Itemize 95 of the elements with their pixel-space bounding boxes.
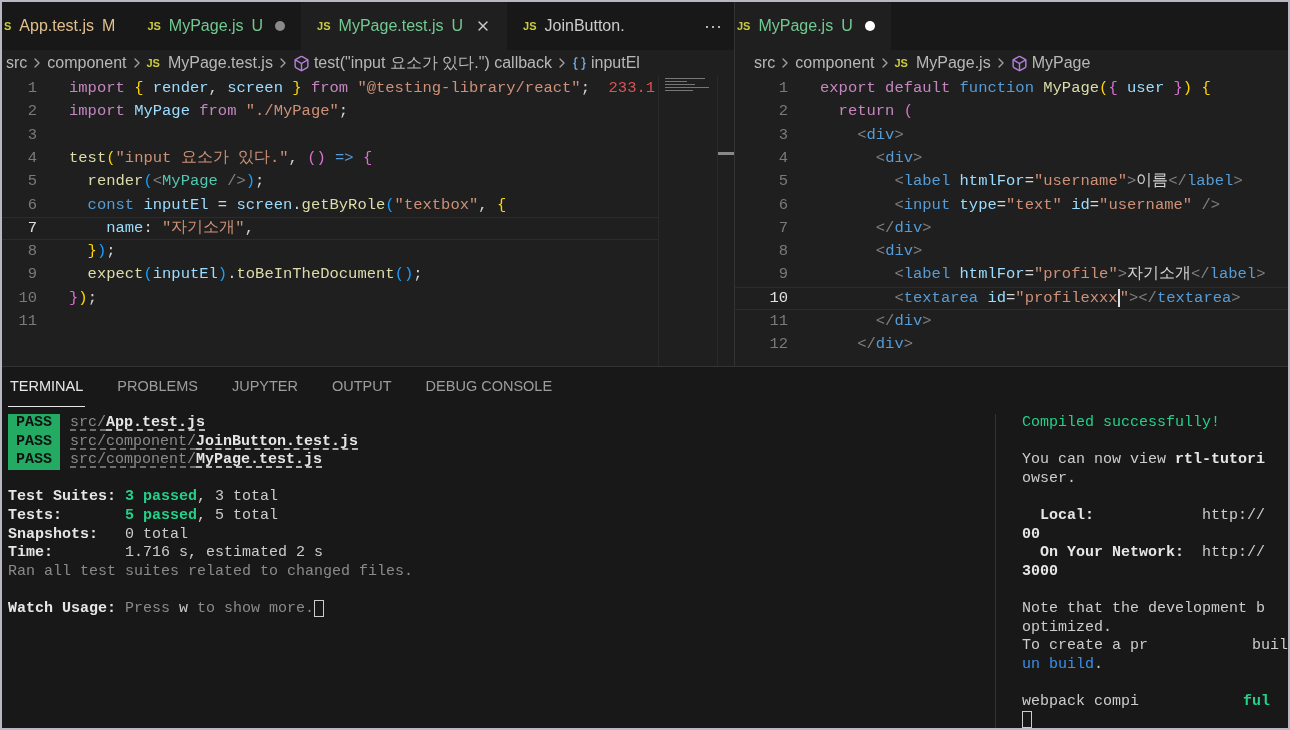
terminal-text: Tests: 5 passed, 5 total xyxy=(8,506,279,526)
breadcrumb-item[interactable]: component xyxy=(795,51,875,75)
code-line: return ( xyxy=(837,101,914,123)
breadcrumb-item[interactable]: src xyxy=(6,51,28,75)
code-line: <textarea id="profilexxx"></textarea> xyxy=(893,287,1241,309)
variable-icon xyxy=(572,55,587,71)
terminal-text: un build. xyxy=(1021,654,1103,675)
js-file-icon: JS xyxy=(523,17,537,35)
terminal-text: Compiled successfully! xyxy=(1021,413,1220,434)
breadcrumb-item[interactable]: src xyxy=(754,51,776,75)
code-line: <input type="text" id="username" /> xyxy=(893,194,1221,216)
code-line: name: "자기소개", xyxy=(105,217,254,239)
line-number: 10 xyxy=(17,287,38,309)
line-number: 6 xyxy=(777,194,789,216)
breadcrumb-item[interactable]: inputEl xyxy=(591,51,640,75)
line-number: 12 xyxy=(768,334,789,356)
code-line: <div> xyxy=(874,147,923,169)
terminal-text: 3000 xyxy=(1021,561,1058,582)
code-line: import MyPage from "./MyPage"; xyxy=(69,101,349,123)
terminal-text: On Your Network: http:// xyxy=(1038,543,1265,564)
js-file-icon: S xyxy=(4,17,12,35)
js-file-icon: JS xyxy=(147,17,161,35)
breadcrumb-item[interactable]: MyPage xyxy=(1031,51,1091,75)
terminal-text: Time: 1.716 s, estimated 2 s xyxy=(8,543,324,564)
breadcrumb-item[interactable]: MyPage.test.js xyxy=(167,51,273,75)
terminal-text: src/component/MyPage.test.js xyxy=(70,450,323,471)
code-line: import { render, screen } from "@testing-library/react"; 233.1 xyxy=(69,78,656,99)
line-number: 5 xyxy=(26,171,38,193)
breadcrumb-item[interactable]: MyPage.js xyxy=(915,51,991,75)
panel-tab[interactable]: JUPYTER xyxy=(229,367,300,407)
editor-tab[interactable]: JS MyPage.js U xyxy=(735,2,891,50)
cube-icon xyxy=(1010,54,1028,72)
breadcrumb-item[interactable]: test("input 요소가 있다.") callback xyxy=(313,51,552,75)
terminal-text: Note that the development b xyxy=(1021,599,1265,619)
terminal-text: Test Suites: 3 passed, 3 total xyxy=(8,487,279,508)
terminal-text: optimized. xyxy=(1021,617,1112,638)
code-line: </div> xyxy=(874,311,932,332)
panel-tab[interactable]: DEBUG CONSOLE xyxy=(423,367,555,407)
line-number: 4 xyxy=(777,147,789,169)
code-line: }); xyxy=(69,287,97,309)
js-file-icon: JS xyxy=(146,54,160,72)
line-number: 4 xyxy=(26,147,38,169)
terminal-text: src/component/JoinButton.test.js xyxy=(70,431,359,452)
pass-badge: PASS xyxy=(8,414,60,433)
js-file-icon: JS xyxy=(737,17,751,35)
code-line: <div> xyxy=(856,124,904,146)
terminal-text: owser. xyxy=(1021,468,1076,489)
cube-icon xyxy=(292,54,310,72)
terminal-text: Snapshots: 0 total xyxy=(8,524,189,545)
line-number: 9 xyxy=(777,264,789,286)
terminal-text: To create a pr xyxy=(1021,636,1148,657)
line-number: 3 xyxy=(777,124,789,146)
line-number: 7 xyxy=(777,217,789,239)
line-number: 8 xyxy=(777,241,789,263)
code-line: const inputEl = screen.getByRole("textbox", { xyxy=(86,194,507,216)
line-number: 11 xyxy=(768,311,789,332)
code-line: render(<MyPage />); xyxy=(86,171,265,193)
terminal-text: Ran all test suites related to changed files. xyxy=(8,561,414,582)
line-number: 1 xyxy=(26,78,38,99)
code-line: </div> xyxy=(856,334,914,356)
line-number: 7 xyxy=(26,217,38,239)
editor-tab[interactable]: JS MyPage.test.js U xyxy=(301,2,508,50)
line-number: 9 xyxy=(26,264,38,286)
panel-tab[interactable]: OUTPUT xyxy=(330,367,394,407)
js-file-icon: JS xyxy=(317,17,331,35)
terminal-text: You can now view rtl-tutori xyxy=(1021,450,1265,471)
panel-tab[interactable]: TERMINAL xyxy=(8,367,86,407)
line-number: 5 xyxy=(777,171,789,193)
terminal-text: 00 xyxy=(1021,524,1040,545)
terminal-text: Watch Usage: Press w to show more. xyxy=(8,598,325,621)
line-number: 2 xyxy=(26,101,38,123)
terminal-text: buil xyxy=(1252,636,1288,657)
line-number: 1 xyxy=(777,78,789,99)
terminal-text: webpack compi xyxy=(1021,691,1139,712)
code-line: test("input 요소가 있다.", () => { xyxy=(69,147,373,169)
code-line: </div> xyxy=(874,217,932,239)
breadcrumb-item[interactable]: component xyxy=(47,51,127,75)
pass-badge: PASS xyxy=(8,451,60,470)
line-number: 2 xyxy=(777,101,789,123)
terminal-text: ful xyxy=(1243,691,1270,712)
code-line: }); xyxy=(86,241,116,263)
line-number: 6 xyxy=(26,194,38,216)
code-line: <label htmlFor="username">이름</label> xyxy=(893,171,1243,193)
line-number: 11 xyxy=(17,311,38,332)
js-file-icon: JS xyxy=(894,54,908,72)
terminal-text: Local: http:// xyxy=(1038,506,1265,526)
terminal-text: src/App.test.js xyxy=(70,413,206,434)
code-line: <div> xyxy=(874,241,923,263)
panel-tab[interactable]: PROBLEMS xyxy=(115,367,200,407)
line-number: 8 xyxy=(26,241,38,263)
code-line: <label htmlFor="profile">자기소개</label> xyxy=(893,264,1266,286)
code-line: expect(inputEl).toBeInTheDocument(); xyxy=(86,264,423,286)
line-number: 3 xyxy=(26,124,38,146)
code-line: export default function MyPage({ user }) { xyxy=(820,78,1211,99)
line-number: 10 xyxy=(768,287,789,309)
